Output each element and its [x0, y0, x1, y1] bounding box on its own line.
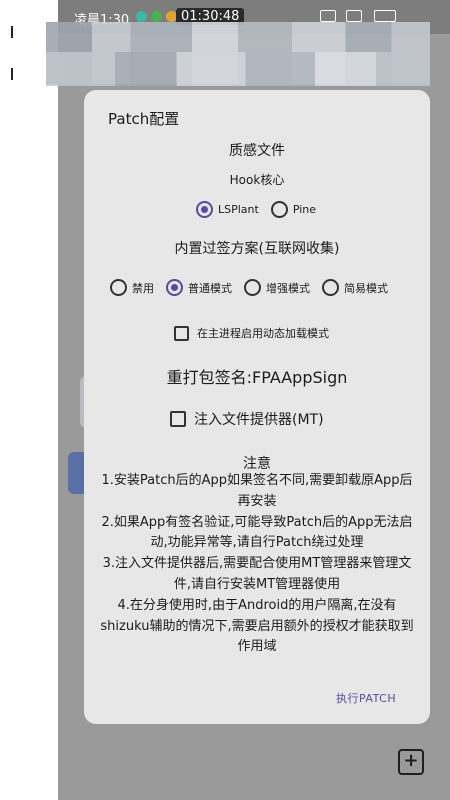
left-margin	[0, 0, 58, 800]
close-box-icon	[346, 10, 362, 22]
dialog-title: Patch配置	[108, 110, 180, 128]
radio-normal[interactable]	[166, 279, 183, 296]
radio-pine-label[interactable]: Pine	[293, 203, 316, 216]
notification-icon	[151, 11, 162, 22]
notification-icon	[136, 11, 147, 22]
add-icon[interactable]: +	[398, 749, 424, 775]
bypass-radio-group: 禁用 普通模式 增强模式 简易模式	[110, 279, 400, 296]
dynamic-load-checkbox[interactable]	[174, 325, 189, 341]
note-item: 2.如果App有签名验证,可能导致Patch后的App无法启动,功能异常等,请自…	[101, 514, 413, 551]
file-provider-label[interactable]: 注入文件提供器(MT)	[194, 409, 324, 429]
resign-label: 重打包签名:FPAAppSign	[166, 368, 348, 387]
radio-normal-label[interactable]: 普通模式	[188, 280, 232, 296]
screen-icon	[320, 10, 336, 22]
radio-simple-label[interactable]: 简易模式	[344, 280, 388, 296]
notes-title: 注意	[243, 456, 271, 472]
radio-pine[interactable]	[270, 201, 288, 218]
hook-core-label: Hook核心	[229, 173, 285, 187]
margin-mark	[11, 68, 13, 80]
margin-mark	[11, 26, 13, 38]
note-item: 3.注入文件提供器后,需要配合使用MT管理器来管理文件,请自行安装MT管理器使用	[102, 556, 412, 592]
execute-patch-button[interactable]: 执行PATCH	[336, 690, 396, 706]
file-provider-option[interactable]: 注入文件提供器(MT)	[170, 409, 324, 429]
radio-lsplant-label[interactable]: LSPlant	[218, 203, 259, 216]
signature-bypass-label: 内置过签方案(互联网收集)	[174, 241, 340, 257]
note-item: 4.在分身使用时,由于Android的用户隔离,在没有shizuku辅助的情况下…	[100, 597, 414, 655]
note-item: 1.安装Patch后的App如果签名不同,需要卸载原App后再安装	[101, 473, 413, 509]
battery-icon	[374, 10, 396, 22]
notes-list: 1.安装Patch后的App如果签名不同,需要卸载原App后再安装 2.如果Ap…	[98, 471, 416, 658]
blurred-region	[46, 52, 430, 86]
hook-core-radio-group: LSPlant Pine	[196, 201, 328, 218]
radio-simple[interactable]	[322, 279, 339, 296]
file-provider-checkbox[interactable]	[170, 411, 186, 427]
dynamic-load-label[interactable]: 在主进程启用动态加载模式	[197, 325, 329, 341]
radio-disable[interactable]	[110, 279, 127, 296]
texture-file-button[interactable]: 质感文件	[84, 140, 430, 160]
radio-enhanced-label[interactable]: 增强模式	[266, 280, 310, 296]
radio-disable-label[interactable]: 禁用	[132, 280, 154, 296]
radio-enhanced[interactable]	[244, 279, 261, 296]
radio-lsplant[interactable]	[196, 201, 213, 218]
patch-config-dialog: Patch配置 质感文件 Hook核心 LSPlant Pine 内置过签方案(…	[84, 90, 430, 724]
dynamic-load-option[interactable]: 在主进程启用动态加载模式	[174, 325, 329, 341]
